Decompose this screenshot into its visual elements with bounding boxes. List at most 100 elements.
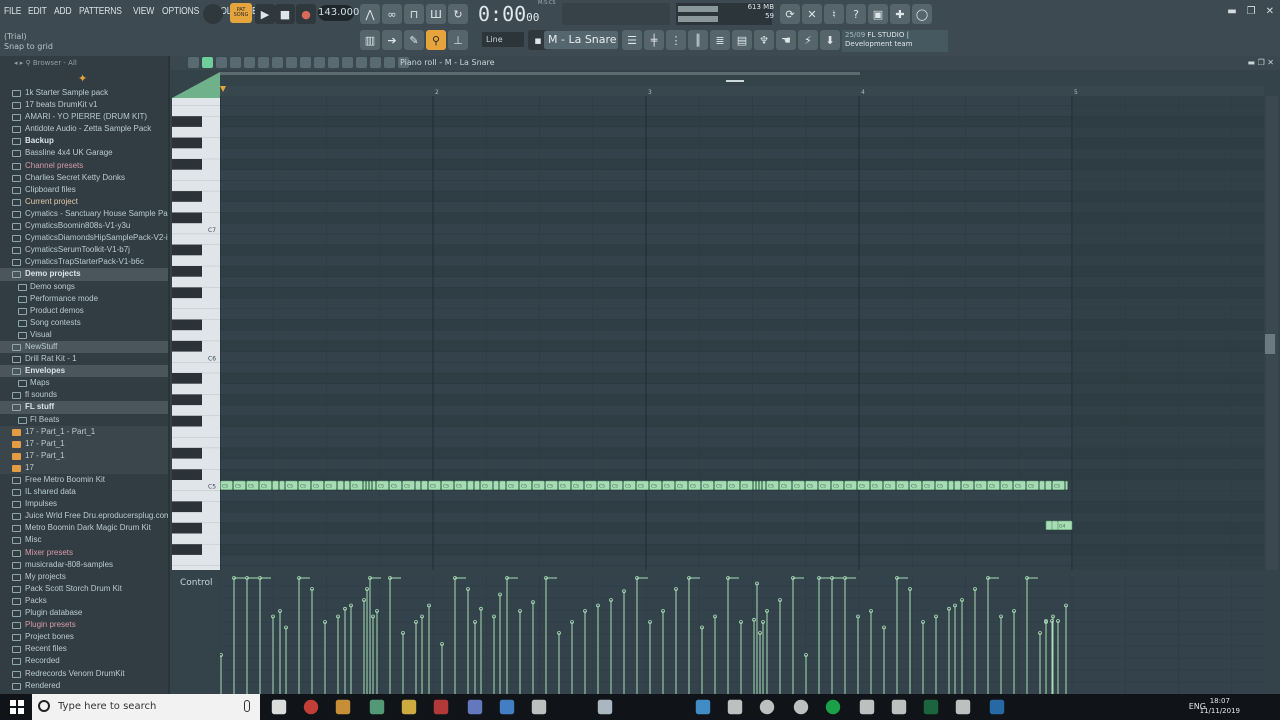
note[interactable]: C5 (779, 480, 792, 490)
browser-file[interactable]: 17 - Part_1 - Part_1 (0, 425, 168, 438)
minimize-icon[interactable]: ▬ (1227, 6, 1236, 17)
microphone-icon[interactable] (244, 700, 250, 712)
note[interactable]: C5 (480, 480, 493, 490)
chat-icon[interactable]: ◯ (912, 4, 932, 24)
piano-roll-window-controls[interactable]: ▬ ❐ ✕ (1247, 56, 1274, 70)
note[interactable]: C5 (818, 480, 831, 490)
note[interactable] (272, 480, 279, 490)
browser-folder[interactable]: Recent files (0, 643, 168, 655)
browser-folder[interactable]: CymaticsBoomin808s-V1-y3u (0, 220, 168, 232)
note[interactable]: C5 (246, 480, 259, 490)
pattern-selector[interactable]: M - La Snare (544, 31, 618, 49)
browser-folder[interactable]: AMARI - YO PIERRE (DRUM KIT) (0, 111, 168, 123)
velocity-bar[interactable] (479, 606, 483, 694)
note[interactable] (1065, 480, 1068, 490)
note[interactable] (369, 480, 372, 490)
browser-folder[interactable]: Redrecords Venom DrumKit (0, 668, 168, 680)
vertical-scrollbar[interactable] (1265, 96, 1278, 570)
velocity-bar[interactable] (220, 653, 223, 695)
note[interactable] (954, 480, 961, 490)
note[interactable]: C5 (740, 480, 753, 490)
velocity-lane[interactable] (220, 576, 1264, 694)
undo-icon[interactable] (328, 57, 339, 68)
note[interactable]: C5 (870, 480, 883, 490)
browser-folder[interactable]: Packs (0, 595, 168, 607)
velocity-bar[interactable] (752, 617, 756, 694)
app-icon[interactable] (433, 699, 449, 715)
note[interactable]: C5 (805, 480, 818, 490)
note[interactable] (756, 480, 759, 490)
note[interactable]: C5 (610, 480, 623, 490)
note[interactable]: C5 (571, 480, 584, 490)
keyboard-icon[interactable]: ▥ (360, 30, 380, 50)
time-ruler[interactable]: 2 3 4 5 (220, 86, 1264, 96)
velocity-bar[interactable] (365, 587, 369, 695)
browser-folder[interactable]: IL shared data (0, 486, 168, 498)
velocity-bar[interactable] (791, 576, 805, 695)
browser-folder[interactable]: Antidote Audio - Zetta Sample Pack (0, 123, 168, 135)
steam-icon[interactable] (597, 699, 613, 715)
mute-icon[interactable] (272, 57, 283, 68)
velocity-bar[interactable] (343, 606, 347, 694)
browser-folder[interactable]: Maps (0, 377, 168, 389)
velocity-bar[interactable] (323, 620, 327, 695)
chrome-icon[interactable] (303, 699, 319, 715)
note[interactable]: C5 (428, 480, 441, 490)
snap-selector[interactable]: Line (482, 32, 524, 47)
channel-rack-icon[interactable]: ⋮ (666, 30, 686, 50)
browser-folder[interactable]: Misc (0, 534, 168, 546)
velocity-bar[interactable] (739, 620, 743, 695)
browser-folder[interactable]: Demo songs (0, 281, 168, 293)
obs-icon[interactable] (793, 699, 809, 715)
horizontal-scrollbar[interactable] (220, 72, 860, 75)
tools-icon[interactable]: ✕ (802, 4, 822, 24)
paint-icon[interactable] (286, 57, 297, 68)
velocity-bar[interactable] (349, 603, 353, 694)
browser-folder[interactable]: Demo projects (0, 268, 168, 281)
note[interactable]: C5 (376, 480, 389, 490)
velocity-bar[interactable] (401, 631, 405, 695)
download-icon[interactable]: ⬇ (820, 30, 840, 50)
browser-folder[interactable]: FL stuff (0, 401, 168, 414)
note[interactable] (1045, 520, 1053, 530)
velocity-bar[interactable] (761, 620, 765, 695)
note[interactable] (499, 480, 506, 490)
select-all-icon[interactable] (370, 57, 381, 68)
velocity-bar[interactable] (557, 631, 561, 695)
magnet-icon[interactable] (202, 57, 213, 68)
browser-folder[interactable]: Fl Beats (0, 414, 168, 426)
browser-folder[interactable]: Envelopes (0, 365, 168, 378)
draw-icon[interactable] (342, 57, 353, 68)
velocity-bar[interactable] (882, 625, 886, 694)
velocity-bar[interactable] (687, 576, 701, 695)
velocity-bar[interactable] (498, 592, 502, 694)
record-icon[interactable]: ● (296, 4, 316, 24)
mail-icon[interactable] (531, 699, 547, 715)
browser-folder[interactable]: Pack Scott Storch Drum Kit (0, 583, 168, 595)
mixer-icon[interactable]: ║ (688, 30, 708, 50)
scroll-thumb[interactable] (726, 80, 744, 82)
velocity-bar[interactable] (284, 625, 288, 694)
note[interactable]: C5 (233, 480, 246, 490)
browser-folder[interactable]: Plugin presets (0, 619, 168, 631)
zoom-icon[interactable] (244, 57, 255, 68)
note[interactable] (1045, 480, 1052, 490)
note[interactable]: C5 (623, 480, 636, 490)
note[interactable] (948, 480, 954, 490)
note[interactable]: C5 (896, 480, 909, 490)
note[interactable] (1051, 520, 1059, 530)
velocity-bar[interactable] (570, 620, 574, 695)
note[interactable]: C5 (545, 480, 558, 490)
velocity-bar[interactable] (953, 603, 957, 694)
touch-icon[interactable]: ☚ (776, 30, 796, 50)
note[interactable]: C5 (701, 480, 714, 490)
velocity-bar[interactable] (674, 587, 678, 695)
menu-add[interactable]: ADD (54, 6, 72, 17)
note[interactable] (753, 480, 756, 490)
gear-icon[interactable] (891, 699, 907, 715)
velocity-bar[interactable] (388, 576, 402, 695)
project-icon[interactable]: ▤ (732, 30, 752, 50)
note[interactable]: C5 (519, 480, 532, 490)
velocity-bar[interactable] (830, 576, 844, 695)
note[interactable]: C5 (298, 480, 311, 490)
